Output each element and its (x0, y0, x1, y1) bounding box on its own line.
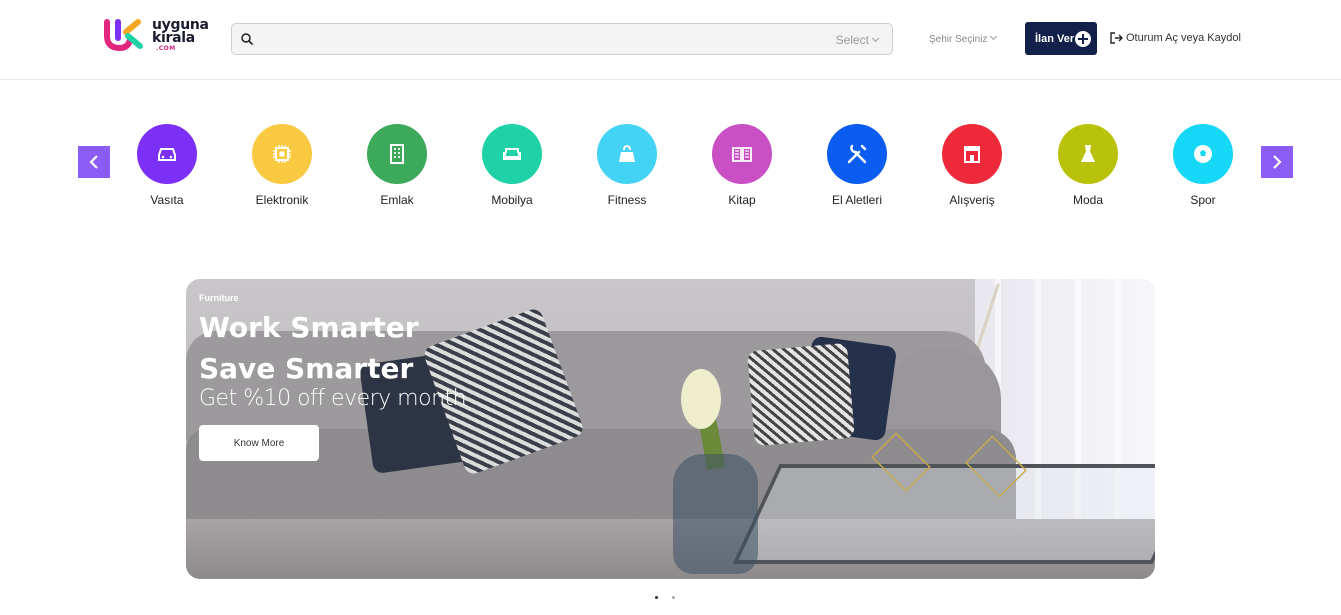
category-circle (597, 124, 657, 184)
building-icon (390, 144, 404, 164)
category-item-moda[interactable]: Moda (1043, 124, 1133, 207)
category-next-button[interactable] (1261, 146, 1293, 178)
category-item-kitap[interactable]: Kitap (697, 124, 787, 207)
category-label: Kitap (728, 193, 756, 207)
sign-in-icon (1110, 32, 1123, 44)
logo-suffix: .COM (156, 45, 176, 52)
flower-image (681, 369, 721, 429)
book-icon (732, 147, 752, 162)
category-item-elektronik[interactable]: Elektronik (237, 124, 327, 207)
plus-circle-icon (1075, 31, 1091, 47)
dress-icon (1081, 145, 1095, 162)
category-item-fitness[interactable]: Fitness (582, 124, 672, 207)
site-header: uyguna kirala .COM Select Şehir Seçiniz … (0, 0, 1341, 80)
post-ad-label: İlan Ver (1035, 33, 1075, 45)
tools-icon (847, 144, 867, 164)
glass-table-image (732, 464, 1155, 564)
know-more-button[interactable]: Know More (199, 425, 319, 461)
category-circle (252, 124, 312, 184)
category-label: Emlak (380, 193, 414, 207)
category-item-el-aletleri[interactable]: El Aletleri (812, 124, 902, 207)
search-input[interactable] (260, 28, 820, 50)
category-item-emlak[interactable]: Emlak (352, 124, 442, 207)
category-label: Vasıta (150, 193, 184, 207)
category-label: Moda (1072, 193, 1104, 207)
pillow-image (747, 342, 855, 447)
category-label: Fitness (607, 193, 647, 207)
city-select[interactable]: Şehir Seçiniz (929, 32, 998, 45)
category-circle (367, 124, 427, 184)
hero-banner: Furniture Work Smarter Save Smarter Get … (186, 279, 1155, 579)
vase-image (673, 454, 758, 574)
carousel-dots (655, 586, 689, 604)
category-circle (712, 124, 772, 184)
hero-title: Work Smarter Save Smarter (199, 311, 419, 385)
logo-text: uyguna kirala .COM (152, 18, 209, 52)
store-icon (964, 146, 980, 163)
logo[interactable]: uyguna kirala .COM (104, 18, 214, 58)
search-select-label: Select (835, 33, 869, 47)
category-circle (137, 124, 197, 184)
hero-content: Furniture Work Smarter Save Smarter Get … (199, 293, 467, 461)
login-label: Oturum Aç veya Kaydol (1126, 32, 1241, 44)
category-circle (827, 124, 887, 184)
category-circle (482, 124, 542, 184)
category-label: El Aletleri (831, 193, 883, 207)
carousel-dot[interactable] (672, 596, 675, 599)
chevron-down-icon (871, 34, 880, 43)
logo-line-2: kirala (152, 30, 195, 46)
category-circle (1173, 124, 1233, 184)
carousel-dot[interactable] (655, 596, 658, 599)
category-item-mobilya[interactable]: Mobilya (467, 124, 557, 207)
login-link[interactable]: Oturum Aç veya Kaydol (1110, 32, 1241, 44)
chevron-right-icon (1273, 155, 1282, 169)
category-item-alisveris[interactable]: Alışveriş (927, 124, 1017, 207)
hero-subtitle: Get %10 off every month (199, 386, 467, 411)
category-item-vasita[interactable]: Vasıta (122, 124, 212, 207)
car-icon (158, 148, 176, 161)
category-prev-button[interactable] (78, 146, 110, 178)
chevron-left-icon (89, 155, 98, 169)
ball-icon (1194, 145, 1212, 163)
category-label: Alışveriş (949, 193, 995, 207)
city-select-label: Şehir Seçiniz (929, 34, 988, 45)
category-item-spor[interactable]: Spor (1158, 124, 1248, 207)
category-label: Spor (1190, 193, 1216, 207)
sofa-icon (503, 148, 521, 160)
chevron-down-icon (990, 32, 998, 41)
kettlebell-icon (619, 144, 635, 162)
search-category-select[interactable]: Select (835, 33, 880, 47)
chip-icon (273, 145, 291, 163)
category-circle (942, 124, 1002, 184)
category-label: Mobilya (491, 193, 533, 207)
category-label: Elektronik (255, 193, 309, 207)
search-bar: Select (231, 23, 893, 55)
search-icon (241, 33, 253, 45)
post-ad-button[interactable]: İlan Ver (1025, 22, 1097, 55)
hero-kicker: Furniture (199, 293, 239, 303)
logo-mark-icon (104, 19, 143, 52)
category-circle (1058, 124, 1118, 184)
